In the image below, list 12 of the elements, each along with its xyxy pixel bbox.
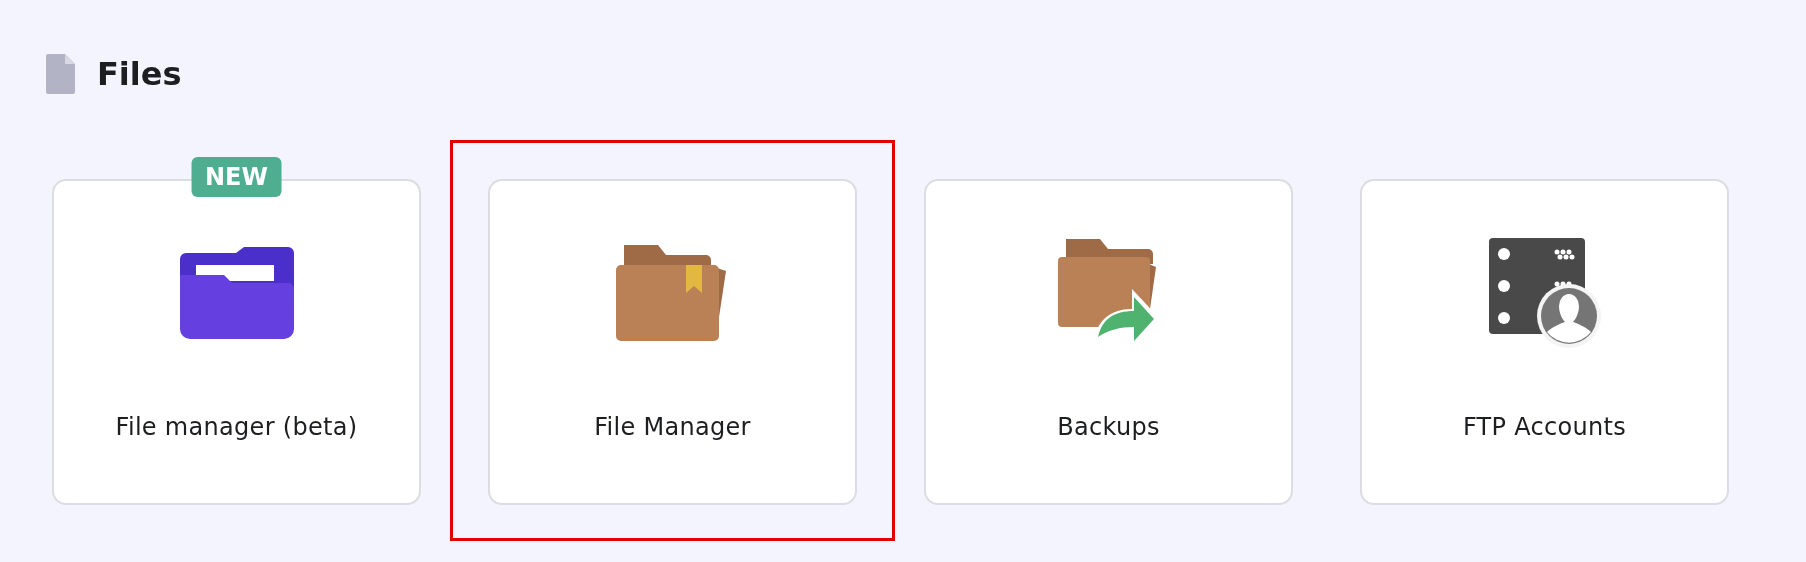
card-label: FTP Accounts (1462, 413, 1627, 441)
card-label: Backups (1057, 413, 1160, 441)
server-user-icon (1488, 238, 1601, 348)
tool-card[interactable]: Backups (924, 179, 1293, 505)
folder-icon (179, 247, 294, 339)
file-icon (46, 54, 75, 94)
card-label: File Manager (594, 413, 751, 441)
card-label: File manager (beta) (115, 413, 358, 441)
section-title: Files (97, 55, 182, 93)
new-badge: NEW (191, 157, 282, 197)
tool-card[interactable]: File Manager (488, 179, 857, 505)
tool-card[interactable]: FTP Accounts (1360, 179, 1729, 505)
